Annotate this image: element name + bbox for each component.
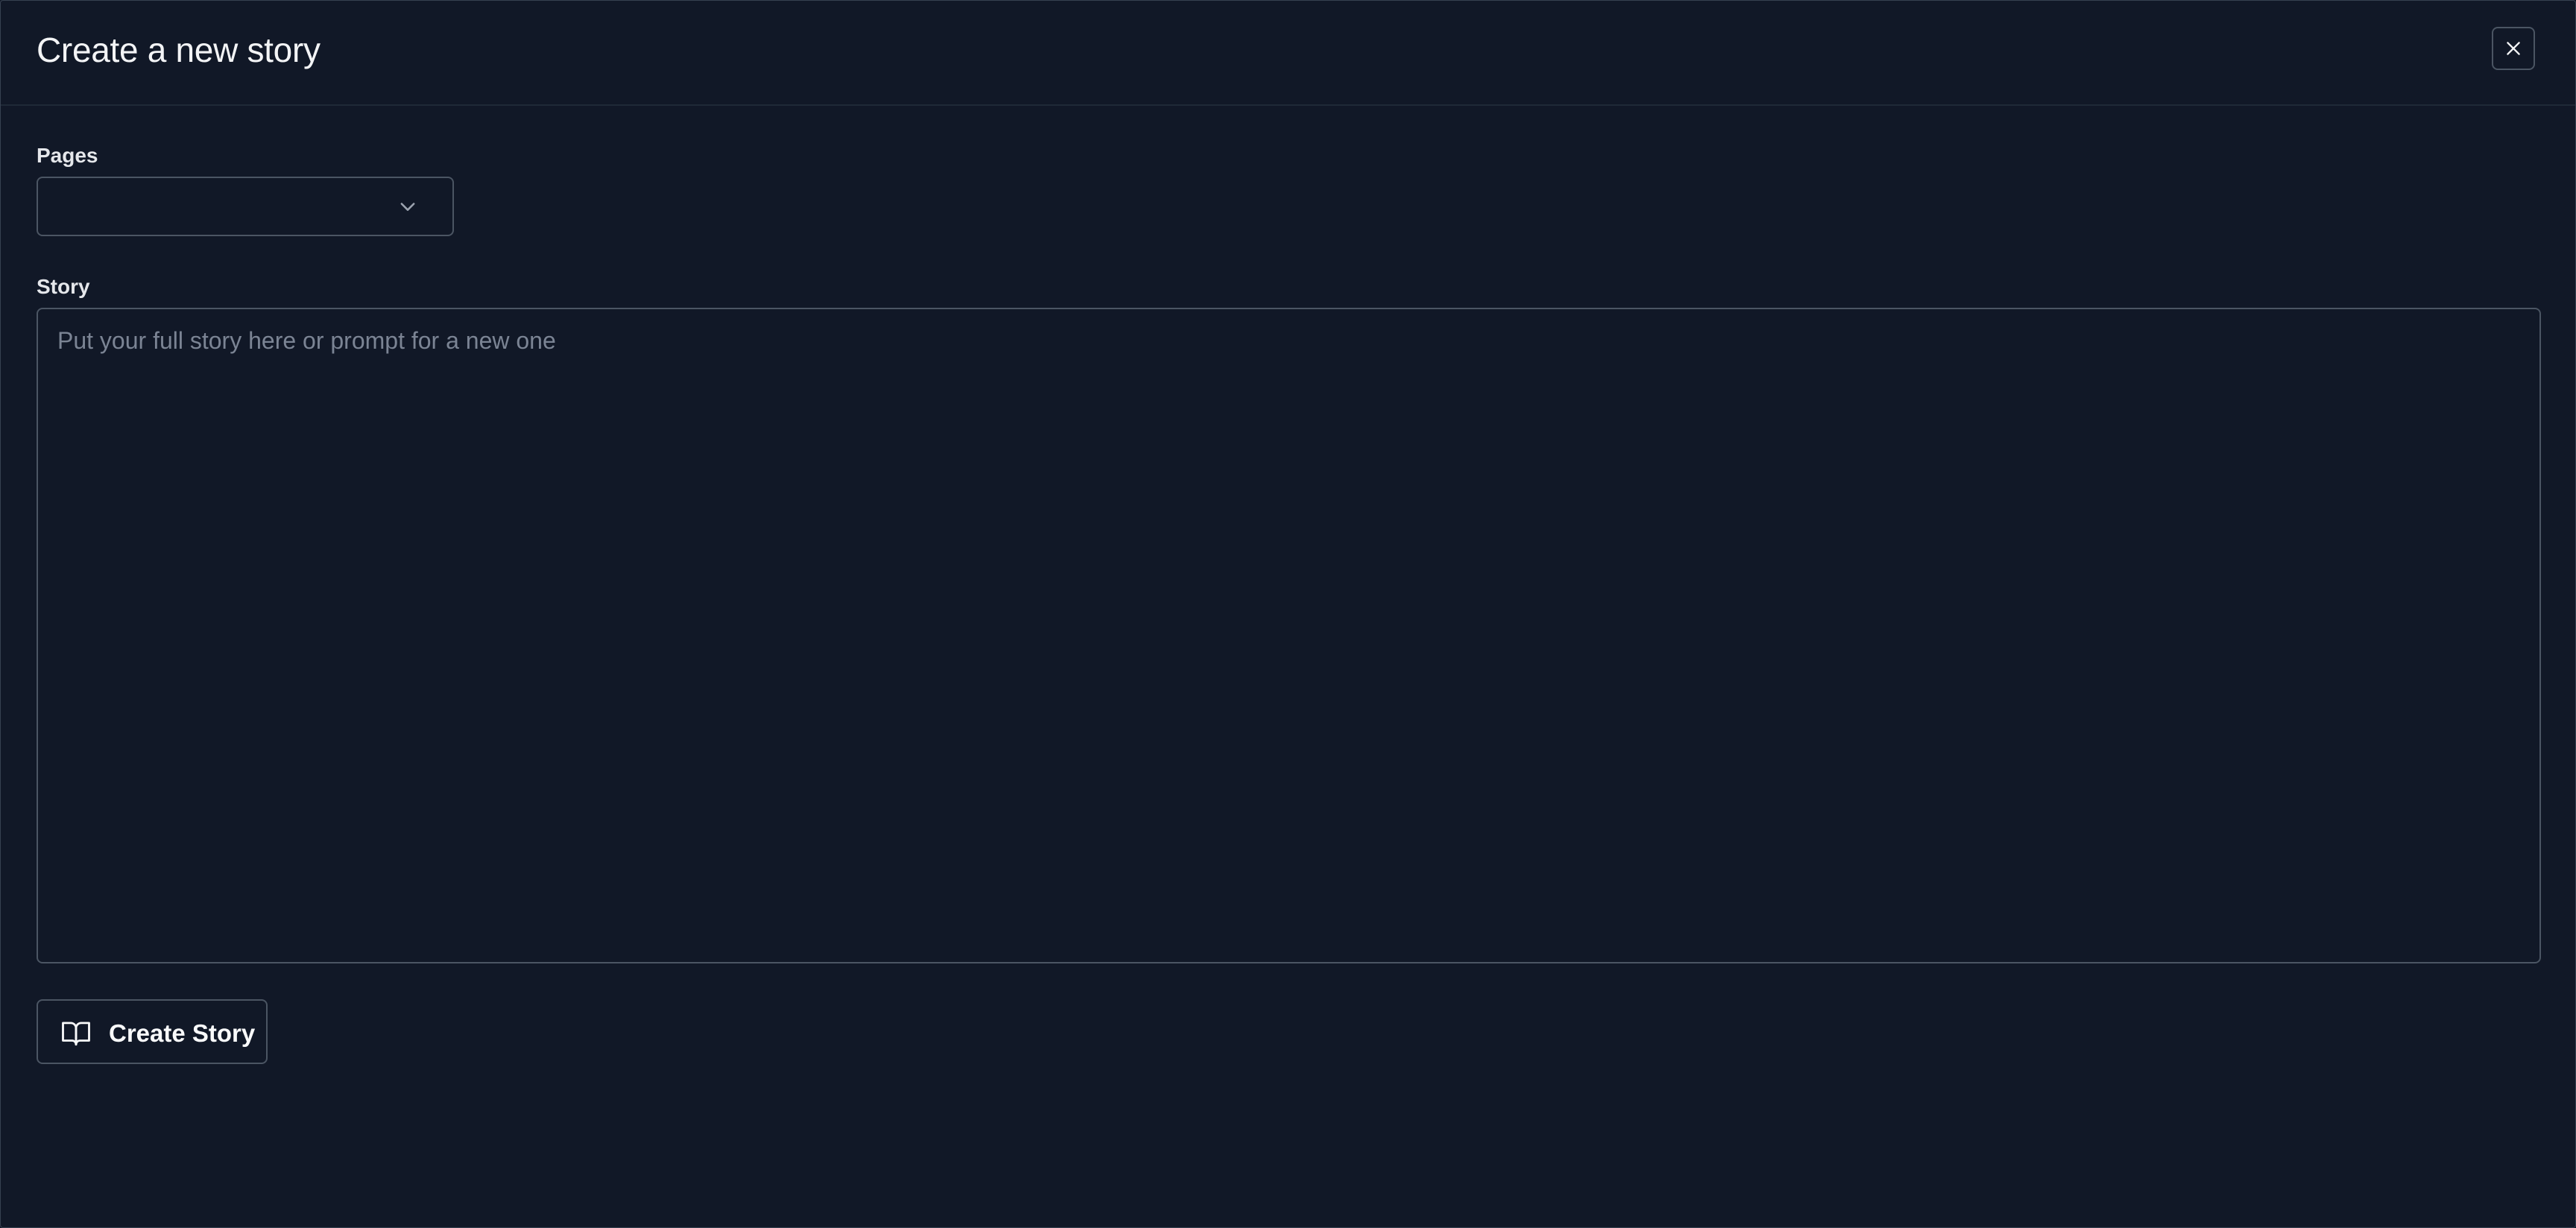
story-textarea[interactable] bbox=[37, 308, 2541, 963]
pages-label: Pages bbox=[37, 144, 98, 167]
close-icon bbox=[2507, 42, 2520, 55]
dialog-header: Create a new story bbox=[1, 1, 2575, 106]
story-label: Story bbox=[37, 275, 90, 298]
close-button[interactable] bbox=[2492, 27, 2535, 70]
chevron-down-icon bbox=[400, 203, 415, 211]
create-story-button[interactable]: Create Story bbox=[37, 999, 268, 1064]
pages-select[interactable] bbox=[37, 177, 454, 236]
create-story-dialog: Create a new story Pages Story Create St… bbox=[0, 0, 2576, 1228]
create-story-label: Create Story bbox=[109, 1019, 256, 1047]
dialog-title: Create a new story bbox=[37, 31, 321, 69]
book-open-icon bbox=[62, 1022, 90, 1046]
